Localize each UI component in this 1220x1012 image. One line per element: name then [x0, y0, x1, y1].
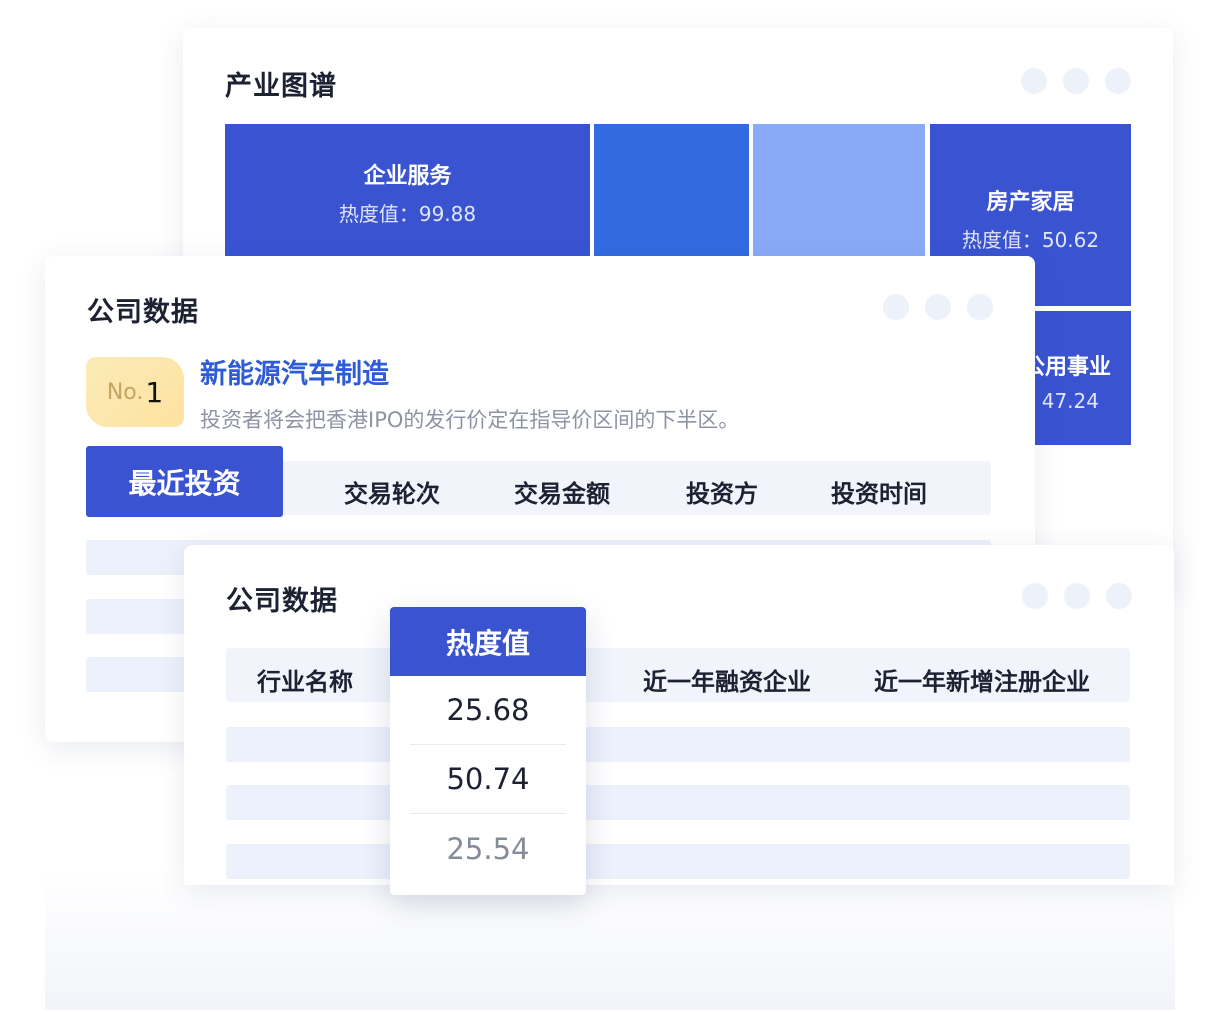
window-dot[interactable] — [1021, 68, 1047, 94]
window-dots — [1021, 68, 1131, 94]
industry-map-title: 产业图谱 — [225, 71, 337, 102]
table-row[interactable] — [226, 785, 1130, 820]
heat-data-title: 公司数据 — [226, 586, 338, 617]
treemap-cell-value: 热度值：99.88 — [338, 202, 477, 226]
heat-value-cell: 50.74 — [410, 745, 566, 814]
window-dot[interactable] — [1022, 583, 1048, 609]
table-row[interactable] — [226, 727, 1130, 762]
rank-prefix: No. — [106, 379, 144, 405]
stage: 产业图谱 企业服务 热度值：99.88 房产家居 热度值：50.62 公用事业 … — [0, 0, 1220, 1012]
column-header[interactable]: 近一年融资企业 — [643, 662, 811, 697]
column-header[interactable]: 交易金额 — [514, 474, 610, 509]
column-header[interactable]: 交易轮次 — [344, 474, 440, 509]
window-dot[interactable] — [1105, 68, 1131, 94]
window-dots — [883, 294, 993, 320]
window-dot[interactable] — [967, 294, 993, 320]
window-dot[interactable] — [1106, 583, 1132, 609]
treemap-cell-name: 企业服务 — [363, 164, 452, 189]
column-header[interactable]: 近一年新增注册企业 — [874, 662, 1090, 697]
window-dot[interactable] — [1063, 68, 1089, 94]
table-row[interactable] — [226, 844, 1130, 879]
heat-table-header: 行业名称 近一年融资企业 近一年新增注册企业 — [226, 648, 1130, 702]
window-dot[interactable] — [883, 294, 909, 320]
window-dots — [1022, 583, 1132, 609]
heat-value-cell: 25.68 — [410, 676, 566, 745]
investment-table-header: 交易轮次 交易金额 投资方 投资时间 — [283, 461, 991, 515]
window-dot[interactable] — [925, 294, 951, 320]
heat-value-cell: 25.54 — [446, 831, 530, 866]
heat-popup-header[interactable]: 热度值 — [390, 607, 586, 676]
rank-badge: No. 1 — [86, 357, 184, 427]
background-fade — [45, 870, 1175, 1010]
heat-data-card: 公司数据 行业名称 近一年融资企业 近一年新增注册企业 — [184, 545, 1174, 885]
treemap-cell-name: 房产家居 — [986, 190, 1075, 215]
column-header[interactable]: 行业名称 — [257, 662, 353, 697]
company-description: 投资者将会把香港IPO的发行价定在指导价区间的下半区。 — [200, 408, 740, 432]
window-dot[interactable] — [1064, 583, 1090, 609]
column-header[interactable]: 投资方 — [686, 474, 758, 509]
company-name-link[interactable]: 新能源汽车制造 — [200, 352, 389, 391]
tab-recent-investments[interactable]: 最近投资 — [86, 446, 283, 517]
company-data-title: 公司数据 — [87, 297, 199, 328]
column-header[interactable]: 投资时间 — [831, 474, 927, 509]
treemap-cell-value: 热度值：50.62 — [961, 228, 1100, 252]
rank-number: 1 — [145, 375, 164, 409]
heat-value-popup: 热度值 25.68 50.74 25.54 — [390, 607, 586, 895]
